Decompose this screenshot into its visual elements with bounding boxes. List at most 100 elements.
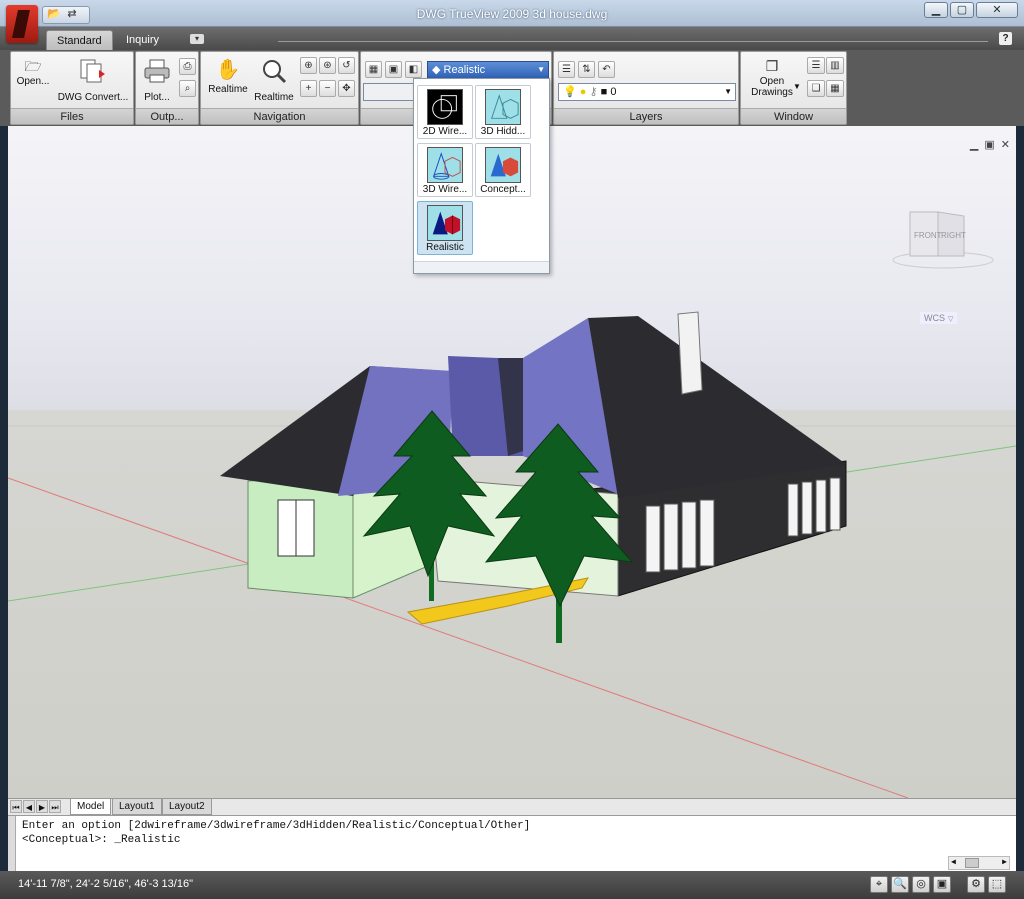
cascade-icon[interactable]: ❏ bbox=[807, 80, 825, 97]
style-label: 2D Wire... bbox=[422, 126, 468, 137]
layer-bulb-icon: 💡 bbox=[563, 86, 577, 98]
help-button[interactable]: ? bbox=[999, 32, 1012, 45]
chevron-down-icon: ▼ bbox=[724, 87, 732, 96]
view-box-icon[interactable]: ▣ bbox=[385, 61, 402, 78]
window-panel: ❐ Open Drawings ▼ ☰ ▥ ❏ ▦ Window bbox=[740, 51, 847, 125]
command-scrollbar[interactable]: ◀ ▶ bbox=[948, 856, 1010, 870]
orbit-icon[interactable]: ✥ bbox=[338, 80, 355, 97]
coordinate-readout: 14'-11 7/8", 24'-2 5/16", 46'-3 13/16" bbox=[18, 878, 193, 890]
title-bar: 📂 ⇄ DWG TrueView 2009 3d house.dwg ▁ ▢ ✕ bbox=[0, 0, 1024, 43]
command-window-handle[interactable] bbox=[8, 816, 16, 872]
3d-view-icon[interactable]: ◧ bbox=[405, 61, 422, 78]
layout-tab-bar: ⏮ ◀ ▶ ⏭ Model Layout1 Layout2 bbox=[8, 798, 1016, 815]
navigation-panel-title: Navigation bbox=[201, 108, 358, 124]
style-label: Realistic bbox=[426, 242, 464, 253]
command-history-line: Enter an option [2dwireframe/3dwireframe… bbox=[22, 820, 531, 832]
pan-icon[interactable]: ⌖ bbox=[870, 876, 888, 893]
command-history-line: <Conceptual>: _Realistic bbox=[22, 834, 181, 846]
zoom-extents-icon[interactable]: ⊛ bbox=[319, 57, 336, 74]
last-tab-icon[interactable]: ⏭ bbox=[49, 800, 61, 813]
open-folder-icon: 🗁 bbox=[24, 58, 42, 74]
tab-inquiry[interactable]: Inquiry bbox=[116, 30, 169, 50]
zoom-icon[interactable]: 🔍 bbox=[891, 876, 909, 893]
zoom-in-icon[interactable]: + bbox=[300, 80, 317, 97]
navigation-panel: ✋ Realtime Realtime ⊕ ⊛ ↺ + − ✥ Navigati… bbox=[200, 51, 359, 125]
dwg-convert-icon bbox=[55, 58, 131, 90]
realistic-style-icon: ◆ bbox=[432, 64, 444, 76]
zoom-window-icon[interactable]: ⊕ bbox=[300, 57, 317, 74]
arrange-icon[interactable]: ▦ bbox=[826, 80, 844, 97]
tile-horizontal-icon[interactable]: ☰ bbox=[807, 57, 825, 74]
layer-color-icon: ■ bbox=[600, 86, 608, 98]
conceptual-icon bbox=[485, 147, 521, 183]
chevron-down-icon: ▼ bbox=[537, 65, 545, 74]
ribbon-toggle-icon[interactable]: ▾ bbox=[190, 34, 204, 44]
next-tab-icon[interactable]: ▶ bbox=[36, 800, 48, 813]
style-realistic[interactable]: Realistic bbox=[417, 201, 473, 255]
layer-state-icon[interactable]: ⇅ bbox=[578, 61, 595, 78]
zoom-out-icon[interactable]: − bbox=[319, 80, 336, 97]
tab-layout1[interactable]: Layout1 bbox=[112, 799, 162, 815]
layers-panel-title: Layers bbox=[554, 108, 738, 124]
visual-style-value: Realistic bbox=[443, 64, 486, 76]
visual-style-dropdown[interactable]: ◆ Realistic ▼ bbox=[427, 61, 549, 79]
layer-previous-icon[interactable]: ↶ bbox=[598, 61, 615, 78]
files-panel-title: Files bbox=[11, 108, 133, 124]
style-2d-wireframe[interactable]: 2D Wire... bbox=[417, 85, 473, 139]
first-tab-icon[interactable]: ⏮ bbox=[10, 800, 22, 813]
resize-grip[interactable] bbox=[414, 261, 549, 273]
3d-hidden-icon bbox=[485, 89, 521, 125]
layer-lock-icon: ⚷ bbox=[589, 86, 598, 98]
named-views-icon[interactable]: ▦ bbox=[365, 61, 382, 78]
wcs-label: WCS bbox=[924, 313, 945, 323]
viewcube[interactable]: FRONT RIGHT bbox=[888, 206, 998, 272]
prev-tab-icon[interactable]: ◀ bbox=[23, 800, 35, 813]
tab-standard[interactable]: Standard bbox=[46, 30, 113, 50]
style-conceptual[interactable]: Concept... bbox=[475, 143, 531, 197]
scroll-thumb[interactable] bbox=[965, 858, 979, 868]
magnifier-icon bbox=[251, 58, 297, 90]
showmotion-icon[interactable]: ▣ bbox=[933, 876, 951, 893]
dwg-convert-button[interactable]: DWG Convert... bbox=[55, 58, 131, 103]
chevron-down-icon[interactable]: ▼ bbox=[793, 82, 801, 91]
plot-button[interactable]: Plot... bbox=[138, 58, 176, 103]
window-controls: ▁ ▢ ✕ bbox=[924, 2, 1018, 18]
open-drawings-button[interactable]: ❐ Open Drawings bbox=[743, 58, 801, 98]
window-panel-title: Window bbox=[741, 108, 846, 124]
open-button[interactable]: 🗁 Open... bbox=[15, 58, 51, 87]
close-button[interactable]: ✕ bbox=[976, 2, 1018, 18]
open-label: Open... bbox=[16, 76, 50, 87]
settings-icon[interactable]: ⚙ bbox=[967, 876, 985, 893]
tab-divider bbox=[278, 41, 988, 42]
preview-icon[interactable]: ⌕ bbox=[179, 80, 196, 97]
open-drawings-label: Open Drawings bbox=[751, 76, 793, 98]
zoom-realtime-button[interactable]: Realtime bbox=[251, 58, 297, 103]
layers-panel: ☰ ⇅ ↶ 💡 ● ⚷ ■ 0 ▼ Layers bbox=[553, 51, 739, 125]
layer-dropdown[interactable]: 💡 ● ⚷ ■ 0 ▼ bbox=[558, 83, 736, 101]
realistic-icon bbox=[427, 205, 463, 241]
app-menu-button[interactable] bbox=[6, 5, 38, 43]
status-tray: ⌖ 🔍 ◎ ▣ ⚙ ⬚ bbox=[870, 876, 1006, 893]
scroll-left-icon[interactable]: ◀ bbox=[951, 857, 956, 869]
steering-wheel-icon[interactable]: ◎ bbox=[912, 876, 930, 893]
minimize-button[interactable]: ▁ bbox=[924, 2, 948, 18]
clean-screen-icon[interactable]: ⬚ bbox=[988, 876, 1006, 893]
scroll-right-icon[interactable]: ▶ bbox=[1002, 857, 1007, 869]
tab-model[interactable]: Model bbox=[70, 799, 112, 815]
zoom-previous-icon[interactable]: ↺ bbox=[338, 57, 355, 74]
wcs-menu[interactable]: WCS ▽ bbox=[920, 312, 958, 324]
style-label: 3D Hidd... bbox=[480, 126, 526, 137]
command-window[interactable]: Enter an option [2dwireframe/3dwireframe… bbox=[8, 815, 1016, 872]
publish-icon[interactable]: ⎙ bbox=[179, 58, 196, 75]
tab-layout2[interactable]: Layout2 bbox=[162, 799, 212, 815]
window-title: DWG TrueView 2009 3d house.dwg bbox=[416, 7, 608, 21]
style-3d-wireframe[interactable]: 3D Wire... bbox=[417, 143, 473, 197]
output-panel: Plot... ⎙ ⌕ Outp... bbox=[135, 51, 199, 125]
style-3d-hidden[interactable]: 3D Hidd... bbox=[475, 85, 531, 139]
layer-properties-icon[interactable]: ☰ bbox=[558, 61, 575, 78]
chevron-down-icon: ▽ bbox=[948, 316, 954, 323]
tile-vertical-icon[interactable]: ▥ bbox=[826, 57, 844, 74]
layer-sun-icon: ● bbox=[579, 86, 587, 98]
pan-realtime-button[interactable]: ✋ Realtime bbox=[205, 58, 251, 95]
maximize-button[interactable]: ▢ bbox=[950, 2, 974, 18]
